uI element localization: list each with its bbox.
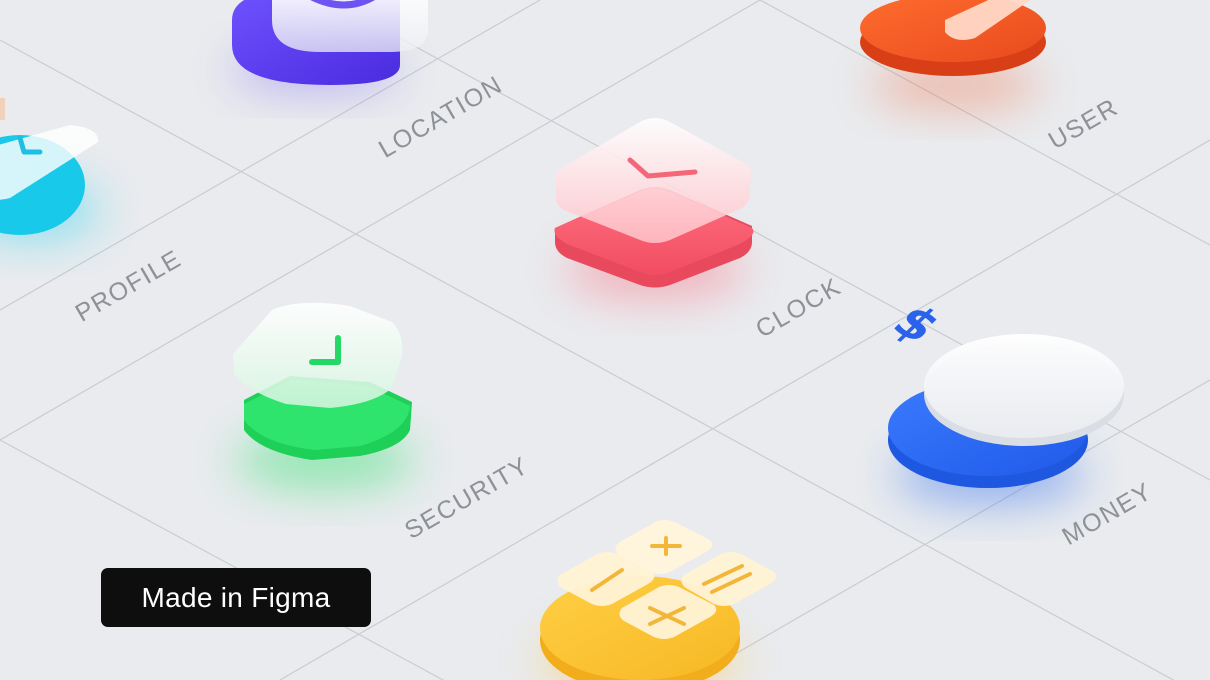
made-in-figma-badge: Made in Figma [101, 568, 371, 627]
dollar-symbol: $ [881, 295, 953, 352]
money-dollar-icon: $ [881, 295, 1124, 505]
location-pin-icon [230, 0, 428, 92]
profile-check-icon [0, 98, 100, 240]
clock-icon [554, 118, 754, 300]
security-shield-icon [233, 302, 415, 490]
calculator-icon [540, 520, 777, 680]
user-icon [860, 0, 1046, 110]
